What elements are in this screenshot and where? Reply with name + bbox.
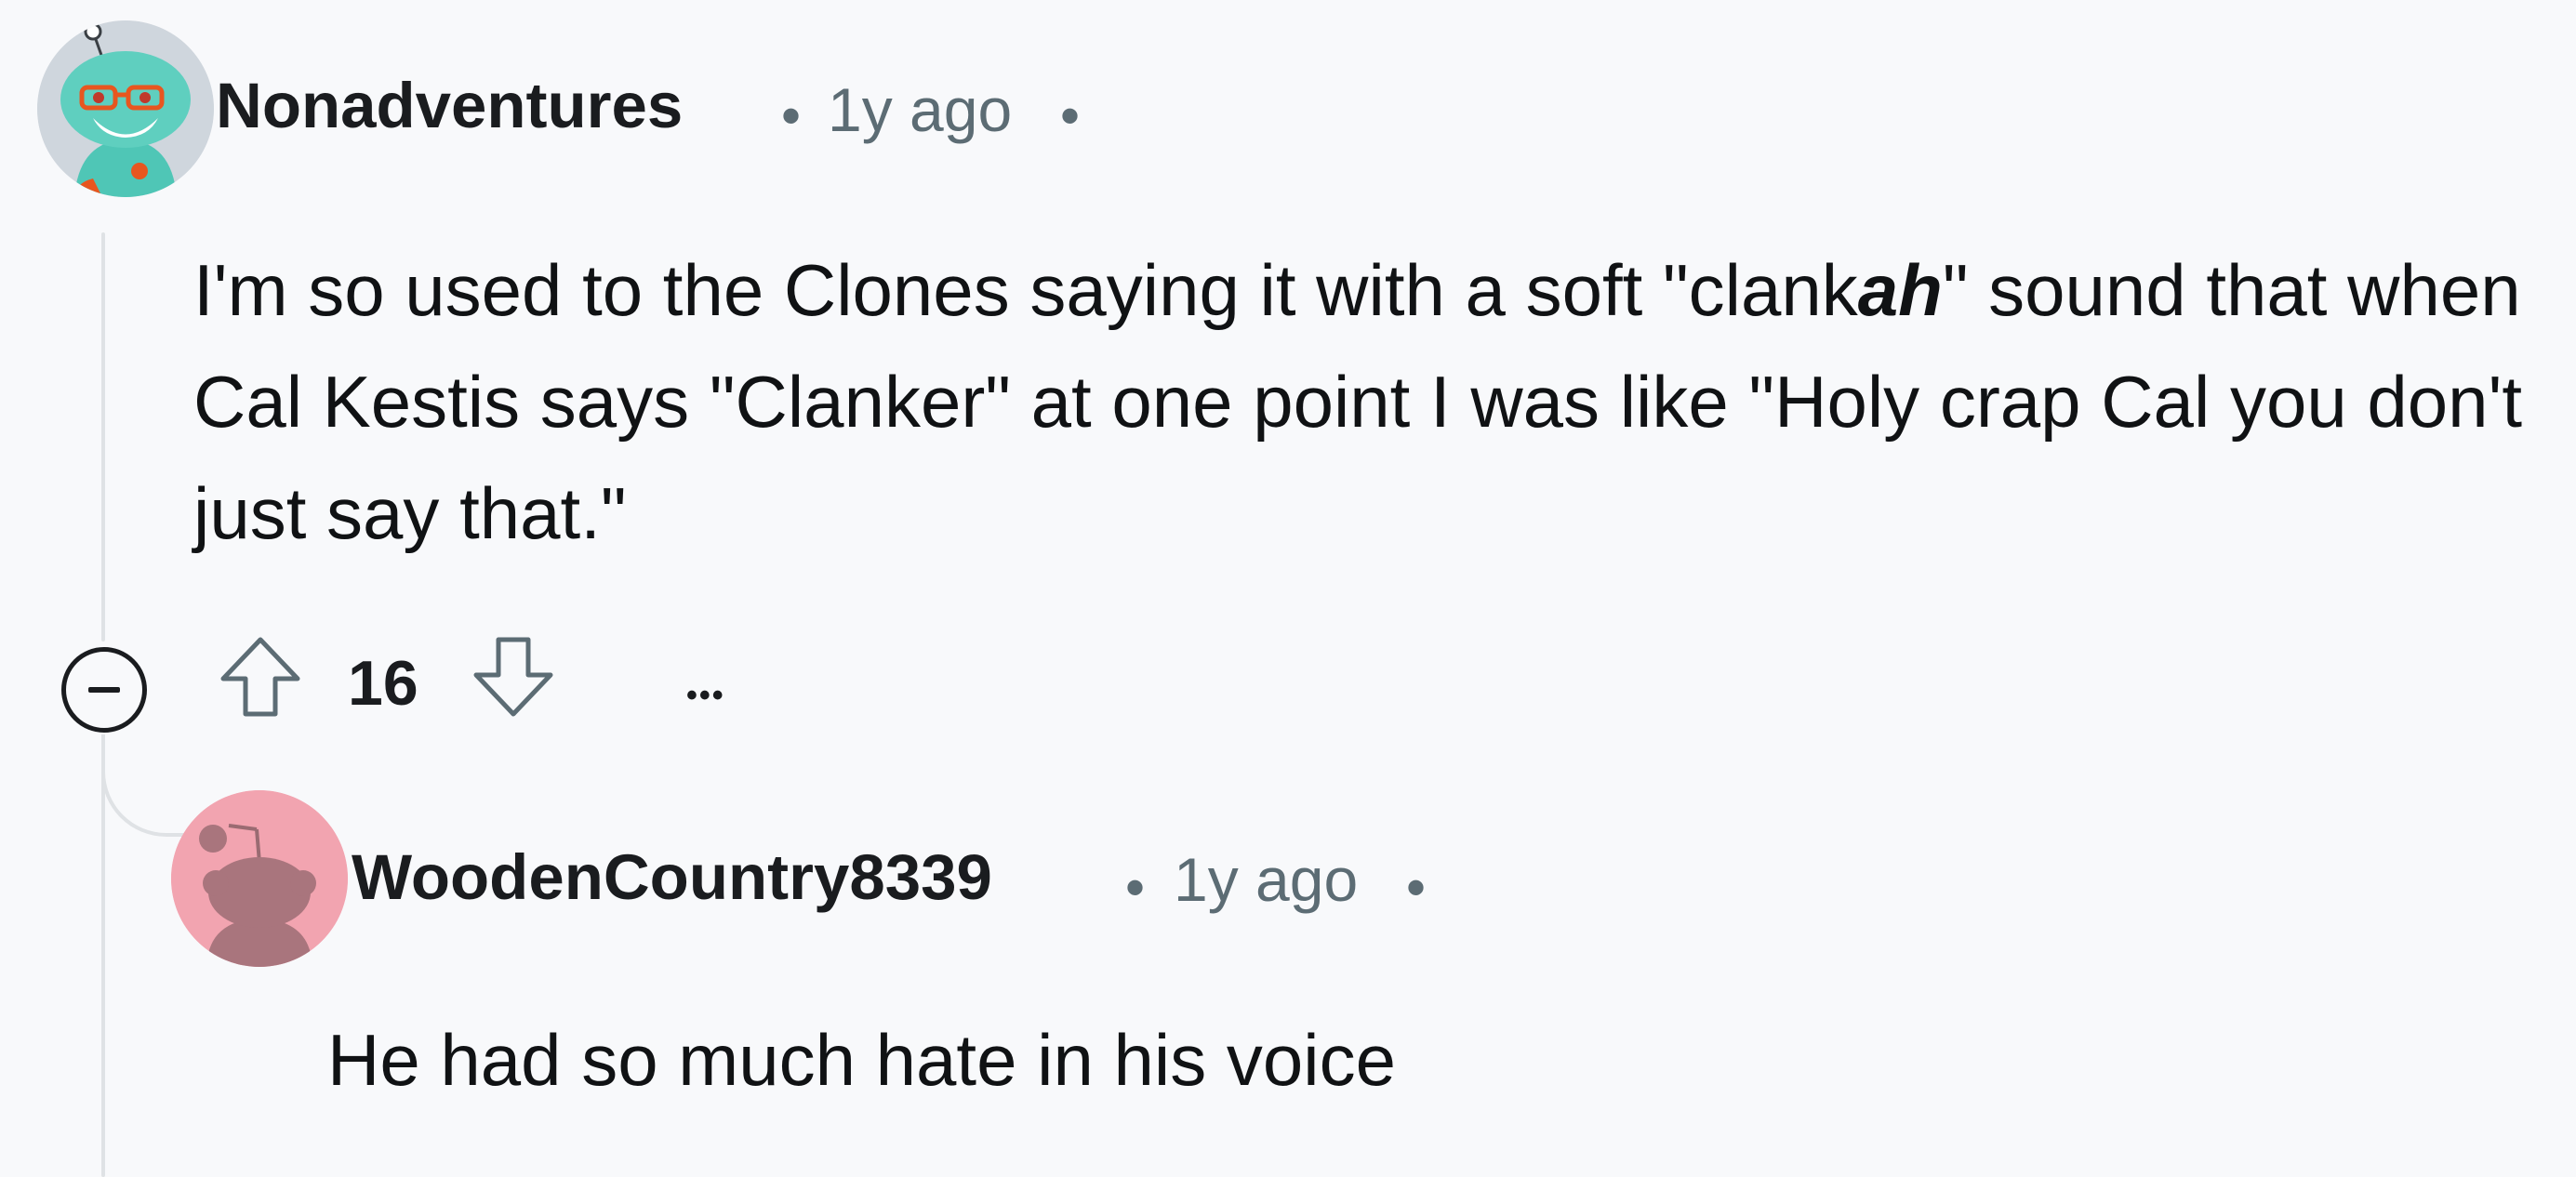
comment-body-text: I'm so used to the Clones saying it with…: [193, 249, 1858, 331]
meta-separator-dot: •: [781, 85, 802, 147]
meta-separator-dot: •: [1406, 856, 1427, 919]
more-options-button[interactable]: •••: [686, 651, 725, 716]
comment-username[interactable]: Nonadventures: [216, 69, 683, 142]
comment-body-emphasis: ah: [1857, 249, 1943, 331]
upvote-icon[interactable]: [218, 634, 303, 720]
comment-timestamp[interactable]: 1y ago: [828, 74, 1012, 145]
downvote-icon[interactable]: [471, 634, 556, 720]
avatar[interactable]: [37, 20, 214, 197]
reply-body: He had so much hate in his voice: [327, 1019, 1396, 1101]
snoo-avatar-icon: [37, 20, 214, 197]
thread-line[interactable]: [101, 232, 105, 641]
snoo-avatar-icon: [171, 790, 348, 967]
meta-separator-dot: •: [1060, 85, 1081, 147]
reply-connector: [101, 734, 185, 837]
comment-body: I'm so used to the Clones saying it with…: [193, 234, 2546, 569]
thread-line[interactable]: [101, 734, 105, 1177]
reply-username[interactable]: WoodenCountry8339: [352, 840, 992, 914]
meta-separator-dot: •: [1125, 856, 1146, 919]
ellipsis-icon: •••: [686, 678, 725, 713]
collapse-thread-button[interactable]: [61, 647, 147, 733]
reply-timestamp[interactable]: 1y ago: [1174, 844, 1358, 915]
vote-count: 16: [348, 648, 418, 719]
avatar[interactable]: [171, 790, 348, 967]
minus-icon: [88, 687, 120, 693]
